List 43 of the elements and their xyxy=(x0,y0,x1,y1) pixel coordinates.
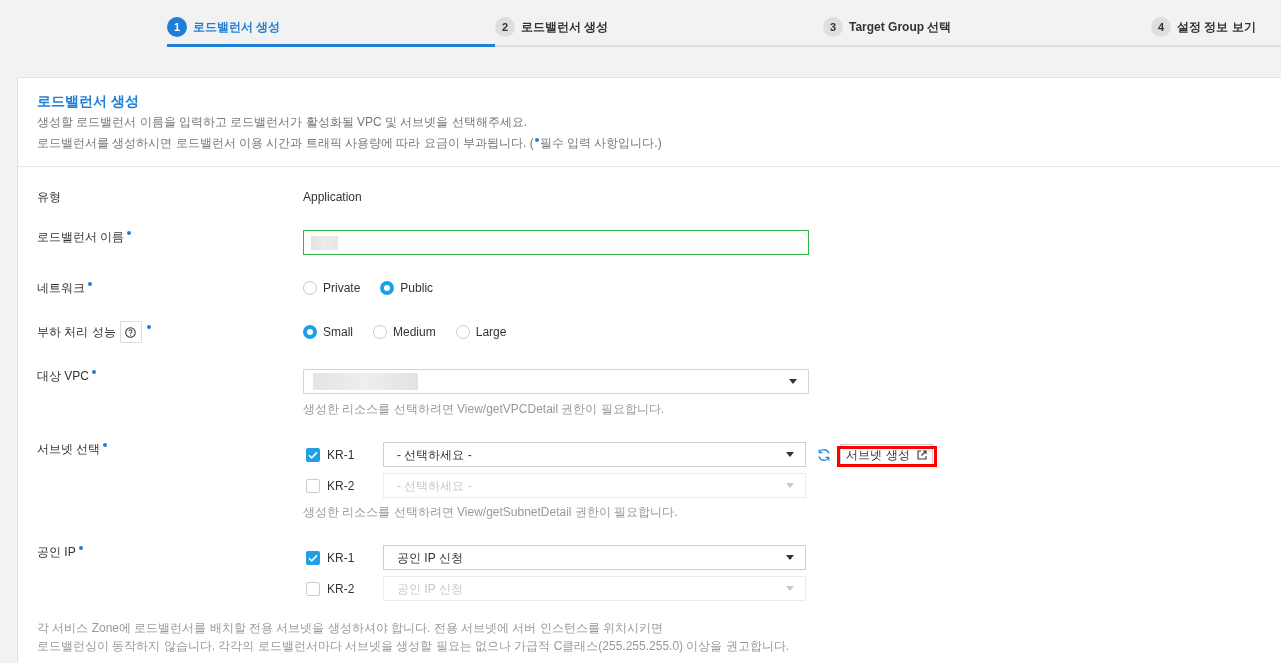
step-label: 설정 정보 보기 xyxy=(1177,19,1256,36)
caret-icon xyxy=(789,379,797,384)
field-label: 서브넷 선택 xyxy=(37,442,101,456)
radio-option[interactable]: Large xyxy=(455,325,507,339)
description-text: 생성할 로드밸런서 이름을 입력하고 로드밸런서가 활성화될 VPC 및 서브넷을 선택해주세요. xyxy=(37,114,528,131)
caret-icon xyxy=(786,586,794,591)
radio-option[interactable]: Small xyxy=(303,325,353,339)
help-icon xyxy=(125,326,137,338)
caret-icon xyxy=(786,452,794,457)
required-note: 필수 입력 사항입니다.) xyxy=(539,136,662,150)
step-label: 로드밸런서 생성 xyxy=(193,19,281,36)
step-label: Target Group 선택 xyxy=(849,19,952,36)
caret-icon xyxy=(786,555,794,560)
step-number: 1 xyxy=(167,17,187,37)
field-label: 로드밸런서 이름 xyxy=(37,230,125,244)
create-subnet-button[interactable]: 서브넷 생성 xyxy=(840,443,933,466)
field-label: 공인 IP xyxy=(37,545,76,559)
refresh-icon[interactable] xyxy=(817,447,831,462)
external-link-icon xyxy=(916,449,927,460)
dropdown-select[interactable]: - 선택하세요 - xyxy=(383,442,806,467)
description-text: 로드밸런서를 생성하시면 로드밸런서 이용 시간과 트래픽 사용량에 따라 요금이 부과됩니다. ( xyxy=(37,136,534,150)
value-text: Application xyxy=(303,190,362,204)
radio-option[interactable]: Public xyxy=(380,281,434,295)
name-input[interactable] xyxy=(303,230,809,255)
section-title: 로드밸런서 생성 xyxy=(37,93,140,109)
zone-checkbox[interactable]: KR-1 xyxy=(306,447,355,462)
dropdown-select[interactable]: 공인 IP 신청 xyxy=(383,545,806,570)
hint-text: 생성한 리소스를 선택하려면 View/getSubnetDetail 권한이 필요합니다. xyxy=(303,505,679,519)
radio-option[interactable]: Private xyxy=(303,281,361,295)
field-label: 네트워크 xyxy=(37,281,85,295)
field-label: 대상 VPC xyxy=(37,369,89,383)
step-number: 3 xyxy=(823,17,843,37)
help-button[interactable] xyxy=(119,321,142,343)
radio-option[interactable]: Medium xyxy=(373,325,436,339)
hint-text: 생성한 리소스를 선택하려면 View/getVPCDetail 권한이 필요합니다. xyxy=(303,402,666,416)
note-text: 각 서비스 Zone에 로드밸런서를 배치할 전용 서브넷을 생성하셔야 합니다. 전용 서브넷에 서버 인스턴스를 위치시키면 로드밸런싱이 동작하지 않습니다. 각각의 로드밸런서마다 서브넷을 생성할 필요는 없으나 가급적 C클래스(255.255.255.0) 이상을 권고합니다. xyxy=(37,620,791,655)
field-label: 유형 xyxy=(37,190,61,204)
step-label: 로드밸런서 생성 xyxy=(521,19,609,36)
step-number: 2 xyxy=(495,17,515,37)
field-label: 부하 처리 성능 xyxy=(37,325,116,339)
step-number: 4 xyxy=(1151,17,1171,37)
zone-checkbox[interactable]: KR-1 xyxy=(306,550,355,565)
caret-icon xyxy=(786,483,794,488)
